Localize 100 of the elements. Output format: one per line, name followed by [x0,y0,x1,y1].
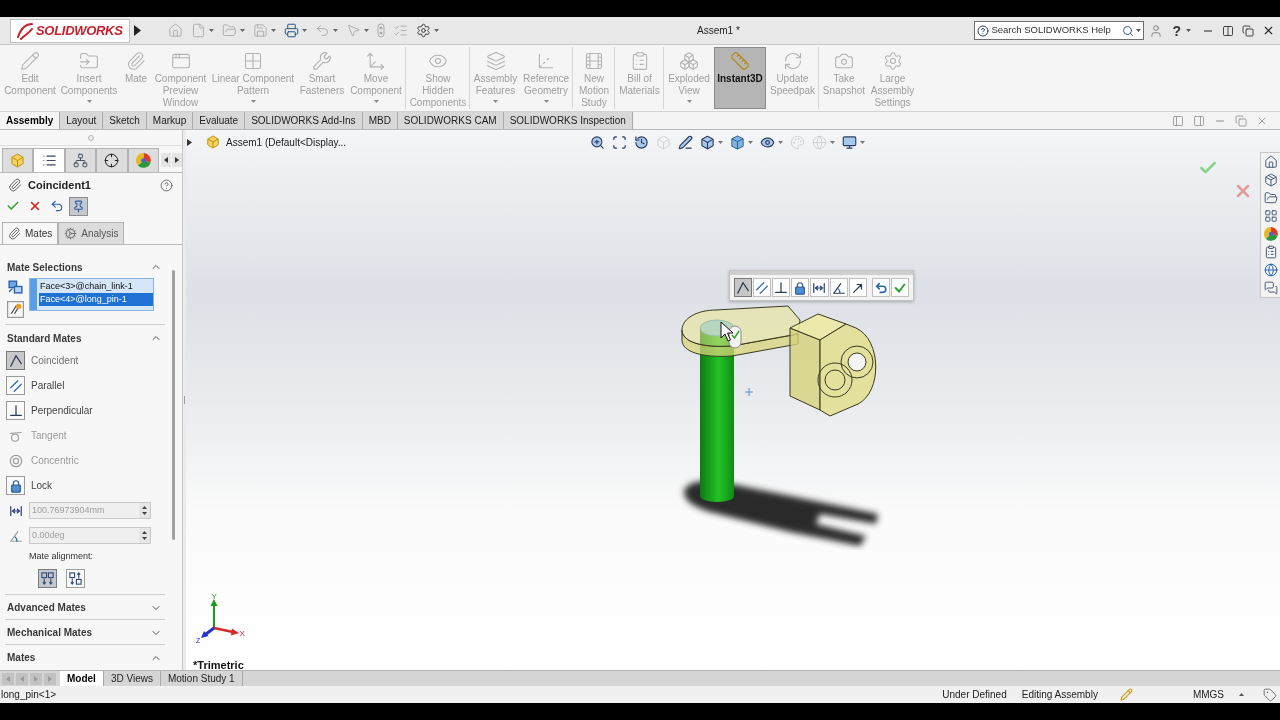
printer-icon[interactable] [284,23,299,38]
ribbon-button[interactable]: Instant3D [714,47,766,109]
caret-icon[interactable] [748,140,753,144]
mate-tool-button[interactable] [829,278,848,297]
mate-toggle[interactable] [6,351,25,370]
overlapping-squares-icon[interactable] [7,278,24,295]
command-tab[interactable]: Evaluate [193,112,246,129]
restore-icon[interactable] [1242,24,1254,37]
pencil-icon[interactable] [1119,688,1133,701]
parallel-lines-icon[interactable] [7,301,24,318]
command-tab[interactable]: Markup [146,112,194,129]
settings-icon[interactable] [416,23,431,38]
caret-icon[interactable] [434,29,439,32]
mate-tool-button[interactable] [871,278,890,297]
flyout-arrow-icon[interactable] [134,25,141,36]
search-icon[interactable] [1122,24,1135,37]
grid-icon[interactable] [1263,209,1278,223]
color-wheel-icon [1263,227,1278,241]
mate-tool-button[interactable] [772,278,791,297]
globe-icon[interactable] [1263,263,1278,277]
mate-tool-button[interactable] [791,278,810,297]
section-header[interactable]: Standard Mates [5,330,165,346]
caret-icon[interactable] [860,140,865,144]
units-button[interactable]: MMGS [1192,687,1224,702]
grip-handle-icon[interactable] [88,134,94,141]
axis-label: X [239,629,245,638]
section-header[interactable]: Advanced Mates [5,599,165,616]
mate-toggle[interactable] [6,376,25,395]
expand-arrow-icon[interactable] [187,138,192,146]
shaded-cube-icon[interactable] [730,134,745,150]
mate-tool-button[interactable] [734,278,753,297]
monitor-icon[interactable] [842,134,857,150]
command-tab[interactable]: SOLIDWORKS Add-Ins [245,112,363,129]
scroll-right-icon[interactable] [172,153,182,167]
section-header[interactable]: Mechanical Mates [5,624,165,641]
folder-icon[interactable] [1263,191,1278,205]
paperclip-icon [8,178,22,192]
mate-tool-button[interactable] [848,278,867,297]
caret-icon[interactable] [718,140,723,144]
crosshair-icon [104,153,120,168]
user-icon[interactable] [1149,23,1164,38]
check-icon [5,199,20,213]
history-icon[interactable] [634,134,649,150]
command-tab[interactable]: SOLIDWORKS Inspection [503,112,633,129]
manager-tab[interactable] [96,148,128,172]
tile-right-icon[interactable] [1193,114,1205,127]
panel-tab[interactable]: Mates [2,222,59,244]
home-icon[interactable] [1263,155,1278,169]
scrollbar[interactable] [172,270,175,540]
mate-label: Coincident [31,354,79,368]
list-item[interactable]: Face<3>@chain_link-1 [39,280,153,293]
cube-icon [206,135,220,149]
list-item[interactable]: Face<4>@long_pin-1 [39,293,153,306]
mate-label: Lock [31,479,53,493]
eye-icon[interactable] [760,134,775,150]
clipboard-icon[interactable] [1263,245,1278,259]
frame-corners-icon[interactable] [612,134,627,150]
alignment-button[interactable] [66,568,85,588]
command-tab[interactable]: MBD [362,112,398,129]
alignment-button[interactable] [38,568,57,588]
mate-tool-button[interactable] [810,278,829,297]
close-icon[interactable] [1262,24,1275,37]
selection-list[interactable]: Face<3>@chain_link-1 Face<4>@long_pin-1 [29,278,154,311]
tree-icon [73,153,88,168]
command-tab[interactable]: Sketch [103,112,147,129]
coincident-icon [736,280,751,295]
help-icon[interactable] [160,178,173,192]
section-header[interactable]: Mate Selections [5,259,165,275]
help-button[interactable]: ? [1172,23,1191,38]
manager-tab[interactable] [33,148,65,172]
bottom-tab[interactable]: Model [60,671,104,686]
panel-tab[interactable]: Analysis [58,222,125,244]
command-tab[interactable]: SOLIDWORKS CAM [397,112,504,129]
pin-button[interactable] [69,196,88,216]
mate-toggle[interactable] [6,476,25,495]
distance-icon [812,280,827,295]
package-icon[interactable] [1263,173,1278,187]
scroll-left-icon[interactable] [161,153,172,167]
caret-up-icon[interactable] [1239,693,1244,696]
command-tab[interactable]: Layout [60,112,104,129]
pen-icon[interactable] [678,134,693,150]
caret-icon[interactable] [1136,29,1142,32]
caret-icon[interactable] [302,29,307,32]
feature-tree-item[interactable]: Assem1 (Default<Display... [226,134,347,150]
tile-left-icon[interactable] [1172,114,1184,127]
zoom-in-icon[interactable] [590,134,605,150]
search-box[interactable]: Search SOLIDWORKS Help [974,21,1145,40]
cube-icon[interactable] [700,134,715,150]
pencil-icon [20,51,40,71]
axes-icon [366,51,386,71]
mate-toggle[interactable] [6,401,25,420]
caret-icon[interactable] [778,140,783,144]
search-field[interactable]: Search SOLIDWORKS Help [991,23,1121,38]
tile-icon[interactable] [1222,24,1234,37]
film-icon [584,51,604,71]
caret-icon[interactable] [1186,29,1191,32]
z-axis-arrow [201,626,215,638]
section-header[interactable]: Mates [5,649,165,666]
chat-icon[interactable] [1263,281,1278,295]
tag-icon[interactable] [1263,687,1277,702]
